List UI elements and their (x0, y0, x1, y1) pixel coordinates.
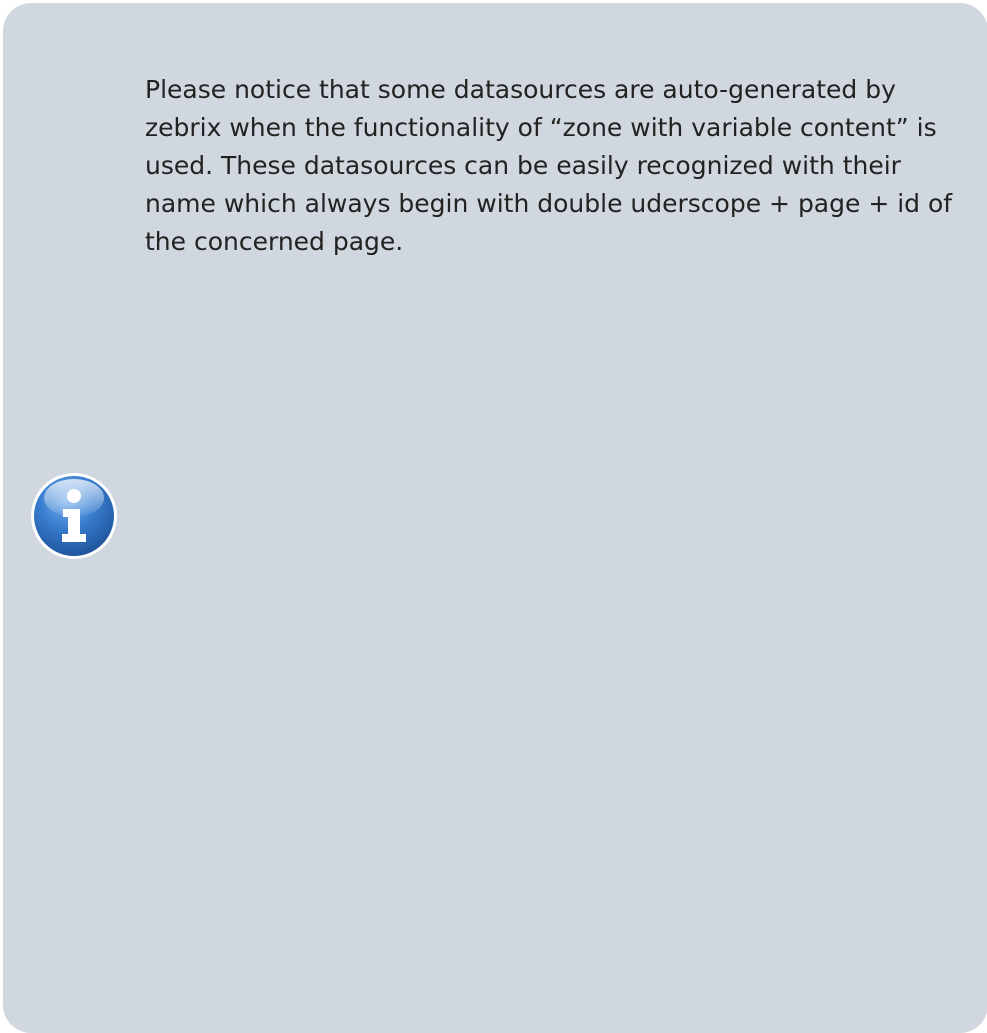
info-note-box: Please notice that some datasources are … (3, 3, 987, 1033)
note-text: Please notice that some datasources are … (145, 75, 953, 256)
info-icon (26, 468, 122, 564)
